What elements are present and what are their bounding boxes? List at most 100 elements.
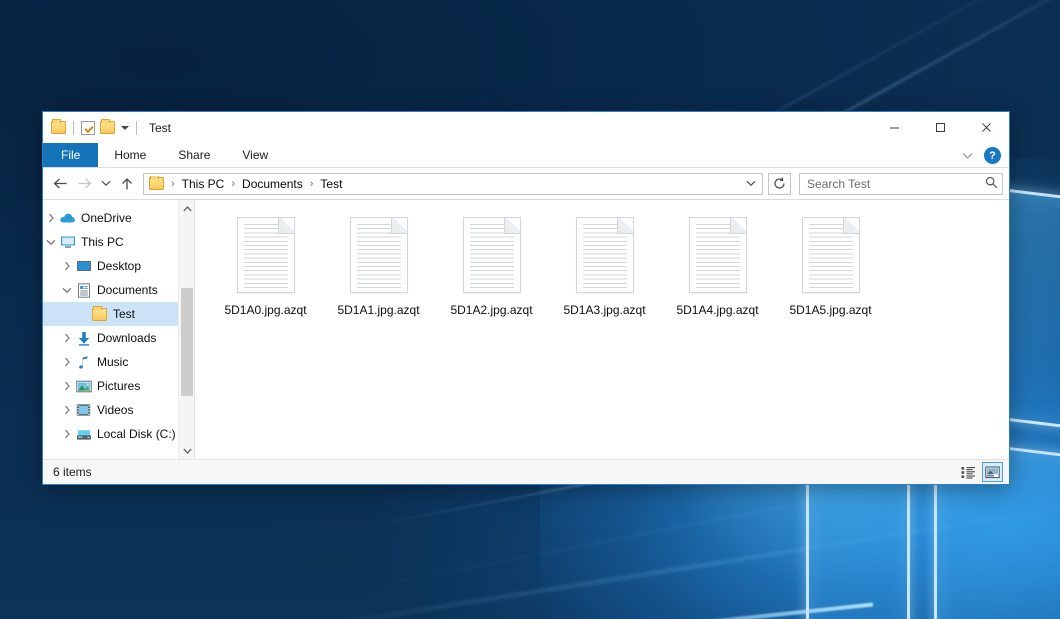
- file-name: 5D1A3.jpg.azqt: [563, 303, 645, 318]
- sidebar-item-label: Local Disk (C:): [97, 427, 176, 441]
- sidebar-item-downloads[interactable]: Downloads: [43, 326, 194, 350]
- sidebar-item-onedrive[interactable]: OneDrive: [43, 206, 194, 230]
- file-name: 5D1A1.jpg.azqt: [337, 303, 419, 318]
- recent-locations-chevron-down-icon[interactable]: [97, 173, 114, 195]
- chevron-right-icon[interactable]: [59, 398, 75, 422]
- desktop-icon: [75, 258, 92, 274]
- scroll-down-chevron-down-icon[interactable]: [179, 442, 195, 459]
- address-dropdown-chevron-down-icon[interactable]: [741, 174, 760, 194]
- tab-home[interactable]: Home: [98, 143, 162, 167]
- list-item[interactable]: 5D1A2.jpg.azqt: [435, 213, 548, 335]
- breadcrumb-separator: ›: [229, 178, 237, 190]
- sidebar-item-label: Desktop: [97, 259, 141, 273]
- generic-document-icon: [463, 217, 521, 293]
- view-toggle-group: [958, 462, 1003, 482]
- sidebar-item-label: Music: [97, 355, 128, 369]
- expand-ribbon-chevron-down-icon[interactable]: [958, 147, 976, 165]
- monitor-icon: [59, 234, 76, 250]
- scroll-up-chevron-up-icon[interactable]: [179, 200, 195, 217]
- sidebar-item-label: Downloads: [97, 331, 156, 345]
- title-bar: Test: [43, 112, 1009, 143]
- chevron-down-icon[interactable]: [43, 230, 59, 254]
- sidebar-item-local-disk-c[interactable]: Local Disk (C:): [43, 422, 194, 446]
- sidebar-item-desktop[interactable]: Desktop: [43, 254, 194, 278]
- chevron-right-icon[interactable]: [43, 206, 59, 230]
- item-count-label: 6 items: [53, 465, 92, 479]
- back-button[interactable]: [49, 173, 71, 195]
- list-item[interactable]: 5D1A1.jpg.azqt: [322, 213, 435, 335]
- chevron-right-icon[interactable]: [59, 350, 75, 374]
- generic-document-icon: [350, 217, 408, 293]
- forward-button[interactable]: [73, 173, 95, 195]
- sidebar-item-label: OneDrive: [81, 211, 132, 225]
- window-title: Test: [149, 121, 171, 135]
- chevron-down-icon[interactable]: [121, 126, 129, 130]
- search-icon: [985, 176, 998, 192]
- navigation-pane: OneDrive This PC: [43, 200, 195, 459]
- chevron-down-icon[interactable]: [59, 278, 75, 302]
- chevron-right-icon[interactable]: [59, 374, 75, 398]
- quick-access-toolbar: [43, 121, 139, 135]
- documents-icon: [75, 282, 92, 298]
- address-path-field[interactable]: › This PC › Documents › Test: [143, 173, 763, 195]
- details-view-button[interactable]: [958, 462, 979, 482]
- large-icons-view-button[interactable]: [982, 462, 1003, 482]
- generic-document-icon: [237, 217, 295, 293]
- tab-file[interactable]: File: [43, 143, 98, 167]
- videos-icon: [75, 402, 92, 418]
- search-input[interactable]: [807, 177, 985, 191]
- window-controls: [871, 112, 1009, 143]
- maximize-button[interactable]: [917, 112, 963, 143]
- path-folder-icon[interactable]: [149, 177, 164, 190]
- pictures-icon: [75, 378, 92, 394]
- sidebar-item-documents[interactable]: Documents: [43, 278, 194, 302]
- file-list-area[interactable]: 5D1A0.jpg.azqt 5D1A1.jpg.azqt 5D1A2.jpg.…: [195, 200, 1009, 459]
- toolbar-divider: [73, 121, 74, 135]
- sidebar-item-label: Videos: [97, 403, 133, 417]
- breadcrumb-item-this-pc[interactable]: This PC: [178, 176, 229, 192]
- ribbon-tab-bar: File Home Share View ?: [43, 143, 1009, 168]
- chevron-right-icon[interactable]: [59, 422, 75, 446]
- breadcrumb-item-test[interactable]: Test: [316, 176, 346, 192]
- scrollbar-thumb[interactable]: [181, 288, 193, 396]
- chevron-right-icon[interactable]: [59, 326, 75, 350]
- music-icon: [75, 354, 92, 370]
- search-box[interactable]: [799, 173, 1003, 195]
- breadcrumb-separator: ›: [308, 178, 316, 190]
- address-bar: › This PC › Documents › Test: [43, 168, 1009, 199]
- file-name: 5D1A2.jpg.azqt: [450, 303, 532, 318]
- tab-share[interactable]: Share: [162, 143, 226, 167]
- sidebar-item-videos[interactable]: Videos: [43, 398, 194, 422]
- sidebar-item-label: Documents: [97, 283, 158, 297]
- new-folder-icon[interactable]: [100, 121, 115, 134]
- cloud-icon: [59, 210, 76, 226]
- sidebar-item-music[interactable]: Music: [43, 350, 194, 374]
- folder-icon[interactable]: [51, 121, 66, 134]
- tab-view[interactable]: View: [226, 143, 284, 167]
- minimize-button[interactable]: [871, 112, 917, 143]
- list-item[interactable]: 5D1A0.jpg.azqt: [209, 213, 322, 335]
- close-button[interactable]: [963, 112, 1009, 143]
- chevron-right-icon[interactable]: [59, 254, 75, 278]
- generic-document-icon: [576, 217, 634, 293]
- sidebar-item-this-pc[interactable]: This PC: [43, 230, 194, 254]
- breadcrumb: › This PC › Documents › Test: [149, 176, 741, 192]
- list-item[interactable]: 5D1A4.jpg.azqt: [661, 213, 774, 335]
- up-button[interactable]: [116, 173, 138, 195]
- sidebar-item-label: Test: [113, 307, 135, 321]
- file-explorer-window: Test File Home Share View: [42, 111, 1010, 485]
- sidebar-scrollbar[interactable]: [178, 200, 194, 459]
- list-item[interactable]: 5D1A5.jpg.azqt: [774, 213, 887, 335]
- address-field-buttons: [741, 174, 760, 194]
- properties-checkmark-icon[interactable]: [81, 121, 95, 135]
- sidebar-item-pictures[interactable]: Pictures: [43, 374, 194, 398]
- sidebar-item-label: Pictures: [97, 379, 140, 393]
- list-item[interactable]: 5D1A3.jpg.azqt: [548, 213, 661, 335]
- file-name: 5D1A5.jpg.azqt: [789, 303, 871, 318]
- folder-tree: OneDrive This PC: [43, 200, 194, 459]
- breadcrumb-item-documents[interactable]: Documents: [238, 176, 307, 192]
- desktop: Test File Home Share View: [0, 0, 1060, 619]
- help-button[interactable]: ?: [984, 147, 1001, 164]
- sidebar-item-test[interactable]: Test: [43, 302, 194, 326]
- refresh-button[interactable]: [768, 173, 791, 195]
